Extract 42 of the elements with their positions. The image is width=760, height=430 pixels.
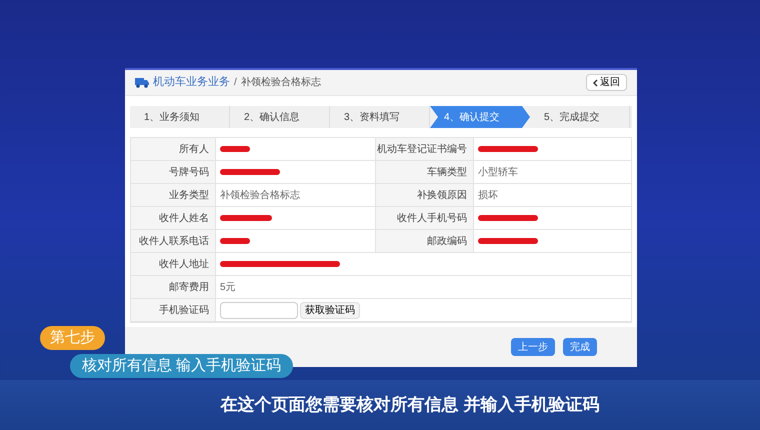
field-label: 补换领原因 [376,184,474,206]
step-tab[interactable]: 3、资料填写 [330,106,430,128]
footer-button[interactable]: 完成 [563,338,597,356]
field-value: 小型轿车 [478,166,518,180]
field-label: 手机验证码 [131,299,216,321]
field-value: 补领检验合格标志 [220,188,300,202]
input-field[interactable] [220,302,298,318]
field-label: 邮寄费用 [131,276,216,298]
field-value: 5元 [220,280,236,294]
field-label: 机动车登记证书编号 [376,138,474,160]
step-badge: 第七步 [40,326,105,350]
redaction-mark [220,146,250,152]
redaction-mark [220,169,280,175]
field-label: 收件人姓名 [131,207,216,229]
redaction-mark [220,238,250,244]
redaction-mark [478,215,538,221]
breadcrumb-separator: / [234,76,237,90]
step-tab[interactable]: 5、完成提交 [530,106,630,128]
subtitle: 在这个页面您需要核对所有信息 并输入手机验证码 [219,394,600,416]
truck-icon [135,77,149,88]
field-label: 邮政编码 [376,230,474,252]
field-label: 收件人地址 [131,253,216,275]
field-label: 号牌号码 [131,161,216,183]
field-label: 业务类型 [131,184,216,206]
field-label: 所有人 [131,138,216,160]
step-tab[interactable]: 1、业务须知 [130,106,230,128]
breadcrumb-link[interactable]: 机动车业务业务 [153,74,230,91]
back-button[interactable]: 返回 [586,74,627,91]
field-label: 车辆类型 [376,161,474,183]
page-title: 补领检验合格标志 [240,76,321,90]
step-title: 核对所有信息 输入手机验证码 [70,354,294,378]
chevron-left-icon [593,78,598,86]
field-label: 收件人联系电话 [131,230,216,252]
field-value: 损坏 [478,188,498,202]
field-label: 收件人手机号码 [376,207,474,229]
redaction-mark [220,215,272,221]
footer-button[interactable]: 上一步 [511,338,555,356]
step-tab[interactable]: 4、确认提交 [430,106,530,128]
step-tab[interactable]: 2、确认信息 [230,106,330,128]
redaction-mark [478,146,538,152]
redaction-mark [478,238,538,244]
get-code-button[interactable]: 获取验证码 [300,302,360,318]
